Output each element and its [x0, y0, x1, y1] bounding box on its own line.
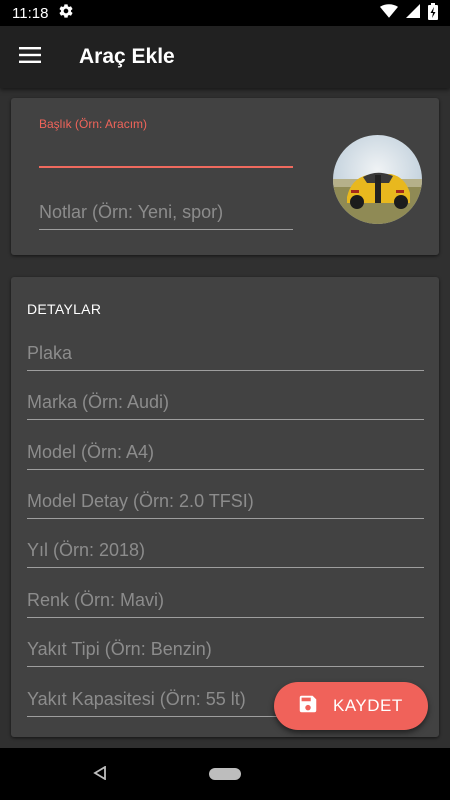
- details-section-title: DETAYLAR: [27, 301, 102, 317]
- vehicle-photo-avatar[interactable]: [333, 135, 422, 224]
- menu-button[interactable]: [0, 26, 60, 88]
- brand-input[interactable]: Marka (Örn: Audi): [27, 384, 424, 420]
- status-time: 11:18: [12, 4, 49, 22]
- color-input[interactable]: Renk (Örn: Mavi): [27, 582, 424, 618]
- wifi-icon: [380, 4, 398, 22]
- status-icons: [380, 2, 438, 24]
- page-title: Araç Ekle: [79, 45, 175, 68]
- settings-gear-icon: [58, 3, 74, 23]
- vehicle-header-card: Başlık (Örn: Aracım) Notlar (Örn: Yeni, …: [11, 98, 439, 255]
- title-field-label: Başlık (Örn: Aracım): [39, 117, 148, 131]
- save-icon: [297, 693, 319, 720]
- battery-icon: [428, 2, 438, 24]
- model-detail-input[interactable]: Model Detay (Örn: 2.0 TFSI): [27, 483, 424, 519]
- model-input[interactable]: Model (Örn: A4): [27, 434, 424, 470]
- year-input[interactable]: Yıl (Örn: 2018): [27, 532, 424, 568]
- details-card: DETAYLAR Plaka Marka (Örn: Audi) Model (…: [11, 277, 439, 737]
- back-icon[interactable]: [93, 765, 107, 785]
- hamburger-menu-icon: [19, 46, 41, 68]
- signal-icon: [406, 4, 420, 22]
- save-button-label: KAYDET: [333, 696, 403, 715]
- notes-input[interactable]: Notlar (Örn: Yeni, spor): [39, 194, 293, 230]
- plate-input[interactable]: Plaka: [27, 335, 424, 371]
- fuel-type-input[interactable]: Yakıt Tipi (Örn: Benzin): [27, 631, 424, 667]
- home-pill-button[interactable]: [209, 768, 241, 780]
- save-button[interactable]: KAYDET: [274, 682, 428, 730]
- title-input[interactable]: [39, 138, 293, 168]
- app-bar: Araç Ekle: [0, 26, 450, 88]
- status-bar: 11:18: [0, 0, 450, 26]
